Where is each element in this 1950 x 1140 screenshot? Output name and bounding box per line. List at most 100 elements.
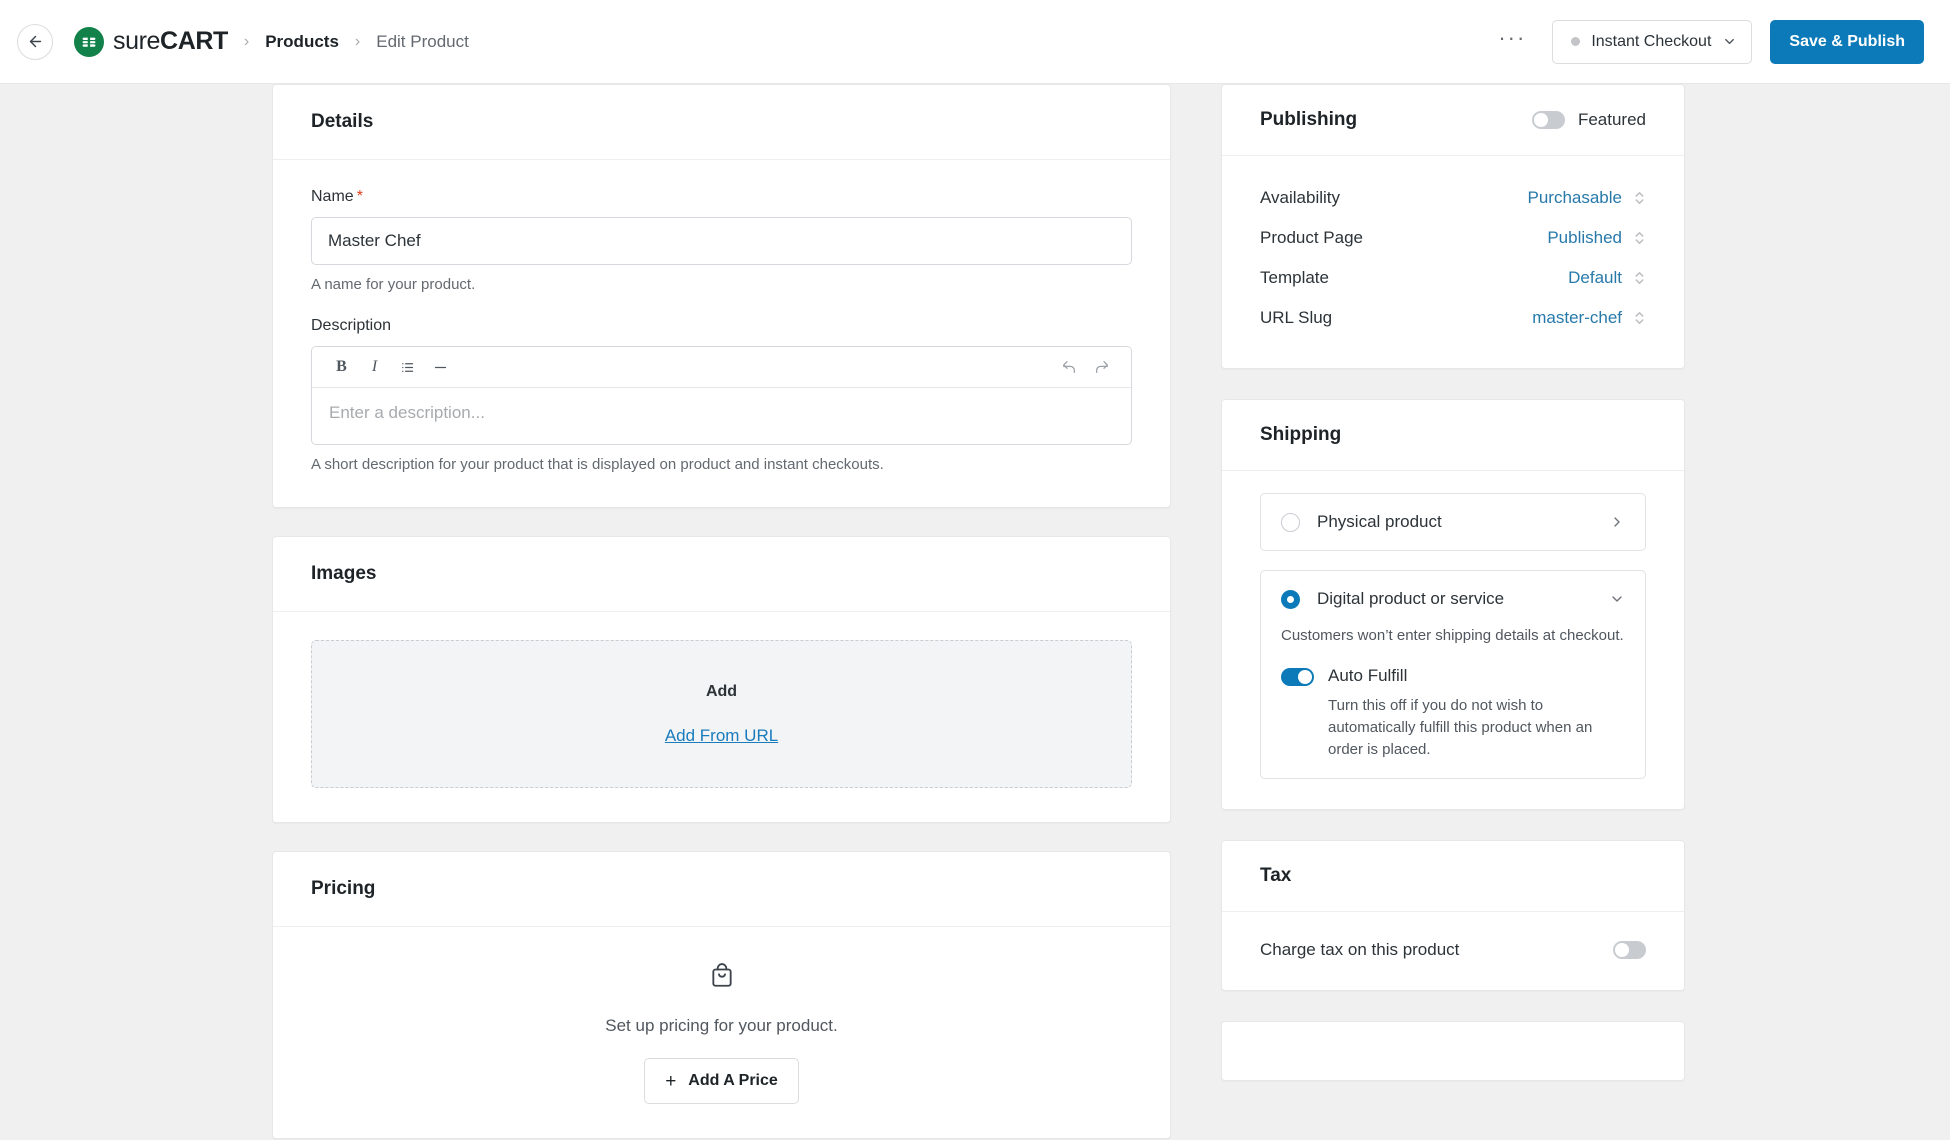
sidebar-column: Publishing Featured Availability Purchas… xyxy=(1221,84,1685,1082)
breadcrumb-separator-2: › xyxy=(354,32,361,50)
details-card: Details Name* A name for your product. D… xyxy=(272,84,1171,508)
pricing-empty-state: Set up pricing for your product. + Add A… xyxy=(311,955,1132,1104)
shipping-card-body: Physical product Digital product or serv… xyxy=(1222,471,1684,809)
name-help-text: A name for your product. xyxy=(311,276,476,293)
breadcrumb-products[interactable]: Products xyxy=(265,32,339,52)
product-name-input[interactable] xyxy=(311,217,1132,265)
physical-product-radio[interactable] xyxy=(1281,512,1300,532)
add-from-url-link[interactable]: Add From URL xyxy=(665,726,778,746)
auto-fulfill-text-group: Auto Fulfill Turn this off if you do not… xyxy=(1328,666,1625,760)
product-page-value: Published xyxy=(1547,228,1622,247)
auto-fulfill-label: Auto Fulfill xyxy=(1328,666,1408,685)
template-label: Template xyxy=(1260,268,1329,287)
digital-product-radio[interactable] xyxy=(1281,589,1300,609)
add-a-price-label: Add A Price xyxy=(688,1072,778,1089)
physical-product-row[interactable]: Physical product xyxy=(1281,512,1625,532)
physical-product-label: Physical product xyxy=(1317,512,1442,531)
undo-button[interactable] xyxy=(1052,353,1085,382)
add-a-price-button[interactable]: + Add A Price xyxy=(644,1058,799,1104)
up-down-chevron-icon xyxy=(1633,269,1646,287)
surecart-logo[interactable]: sureCART xyxy=(74,26,228,57)
publishing-row-url-slug[interactable]: URL Slug master-chef xyxy=(1260,298,1646,338)
digital-product-row[interactable]: Digital product or service xyxy=(1281,589,1625,609)
surecart-mark-icon xyxy=(74,26,104,57)
product-page-label: Product Page xyxy=(1260,228,1364,247)
undo-icon xyxy=(1062,361,1075,373)
dropzone-add-label[interactable]: Add xyxy=(706,683,737,701)
description-label: Description xyxy=(311,317,392,334)
url-slug-value-group[interactable]: master-chef xyxy=(1532,308,1646,328)
description-textarea[interactable]: Enter a description... xyxy=(312,388,1131,444)
pricing-card: Pricing Set up pricing for your product.… xyxy=(272,851,1171,1139)
instant-checkout-label: Instant Checkout xyxy=(1591,32,1712,50)
shopping-bag-icon xyxy=(709,963,735,994)
save-and-publish-button[interactable]: Save & Publish xyxy=(1770,19,1924,64)
bullet-list-button[interactable] xyxy=(391,353,424,382)
publishing-title: Publishing xyxy=(1260,109,1358,130)
horizontal-rule-icon xyxy=(434,366,447,368)
name-label: Name * xyxy=(311,188,1132,206)
brand-sure: sure xyxy=(113,27,161,55)
bold-button[interactable]: B xyxy=(325,353,358,382)
more-options-button[interactable]: ··· xyxy=(1490,26,1534,57)
physical-product-option[interactable]: Physical product xyxy=(1260,493,1646,551)
tax-card: Tax Charge tax on this product xyxy=(1221,840,1685,992)
breadcrumb-separator-1: › xyxy=(243,32,250,50)
details-card-body: Name* A name for your product. Descripti… xyxy=(273,160,1170,507)
instant-checkout-select[interactable]: Instant Checkout xyxy=(1552,19,1753,64)
publishing-row-product-page[interactable]: Product Page Published xyxy=(1260,218,1646,258)
auto-fulfill-toggle[interactable] xyxy=(1281,668,1314,686)
main-column: Details Name* A name for your product. D… xyxy=(272,84,1171,1139)
brand-cart: CART xyxy=(160,27,228,55)
availability-label: Availability xyxy=(1260,188,1341,207)
url-slug-value: master-chef xyxy=(1532,308,1622,327)
publishing-card-body: Availability Purchasable Product Page Pu… xyxy=(1222,156,1684,368)
back-button[interactable] xyxy=(17,23,53,60)
up-down-chevron-icon xyxy=(1633,309,1646,327)
pricing-empty-text: Set up pricing for your product. xyxy=(605,1016,838,1035)
chevron-down-icon[interactable] xyxy=(1609,591,1625,607)
breadcrumb-edit-product: Edit Product xyxy=(376,31,469,51)
tax-card-body: Charge tax on this product xyxy=(1222,912,1684,990)
featured-toggle-group[interactable]: Featured xyxy=(1531,110,1646,130)
template-value: Default xyxy=(1568,268,1622,287)
description-editor: B I Enter a description... xyxy=(311,346,1132,445)
template-value-group[interactable]: Default xyxy=(1568,268,1646,288)
image-dropzone[interactable]: Add Add From URL xyxy=(311,640,1132,788)
details-card-header: Details xyxy=(273,85,1170,160)
digital-product-option[interactable]: Digital product or service Customers won… xyxy=(1260,570,1646,780)
status-dot-icon xyxy=(1571,37,1581,46)
images-card-header: Images xyxy=(273,537,1170,612)
italic-button[interactable]: I xyxy=(358,353,391,382)
required-asterisk: * xyxy=(356,188,363,205)
publishing-row-template[interactable]: Template Default xyxy=(1260,258,1646,298)
url-slug-label: URL Slug xyxy=(1260,308,1333,327)
featured-toggle[interactable] xyxy=(1531,111,1565,129)
featured-toggle-knob xyxy=(1533,113,1548,127)
availability-value-group[interactable]: Purchasable xyxy=(1527,188,1646,208)
description-help-text: A short description for your product tha… xyxy=(311,456,884,473)
up-down-chevron-icon xyxy=(1633,229,1646,247)
horizontal-rule-button[interactable] xyxy=(424,353,457,382)
digital-product-label: Digital product or service xyxy=(1317,589,1505,608)
shipping-card-header: Shipping xyxy=(1222,400,1684,471)
shipping-title: Shipping xyxy=(1260,424,1342,445)
chevron-right-icon[interactable] xyxy=(1609,514,1625,530)
product-page-value-group[interactable]: Published xyxy=(1547,228,1646,248)
auto-fulfill-group: Auto Fulfill Turn this off if you do not… xyxy=(1281,666,1625,760)
editor-toolbar: B I xyxy=(312,347,1131,388)
auto-fulfill-toggle-knob xyxy=(1298,670,1312,684)
pricing-title: Pricing xyxy=(311,878,376,899)
redo-button[interactable] xyxy=(1085,353,1118,382)
name-label-text: Name xyxy=(311,188,354,205)
charge-tax-toggle[interactable] xyxy=(1613,941,1646,960)
list-icon xyxy=(402,362,414,372)
pricing-card-header: Pricing xyxy=(273,852,1170,927)
surecart-s-glyph xyxy=(82,34,96,49)
details-title: Details xyxy=(311,111,374,132)
images-card: Images Add Add From URL xyxy=(272,536,1171,823)
brand-wordmark: sureCART xyxy=(113,29,228,54)
publishing-row-availability[interactable]: Availability Purchasable xyxy=(1260,178,1646,218)
images-card-body: Add Add From URL xyxy=(273,612,1170,822)
pricing-card-body: Set up pricing for your product. + Add A… xyxy=(273,927,1170,1138)
